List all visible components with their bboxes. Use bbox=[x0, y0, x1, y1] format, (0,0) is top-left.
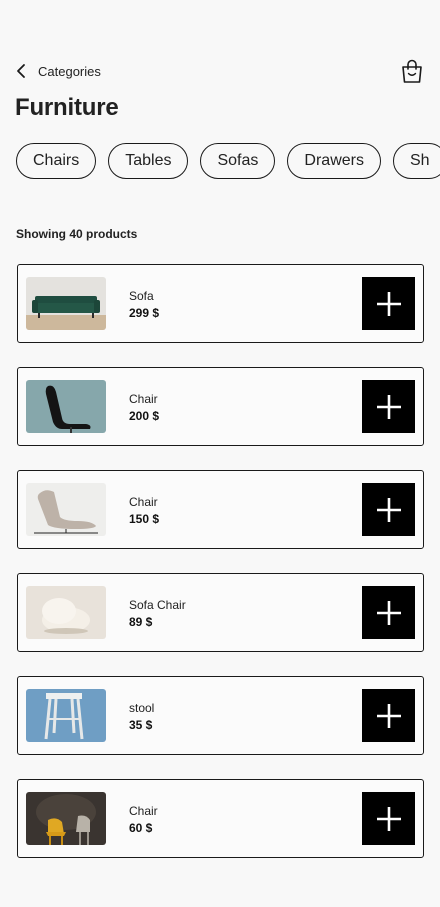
chip-tables[interactable]: Tables bbox=[108, 143, 189, 179]
add-to-cart-button[interactable] bbox=[362, 277, 415, 330]
back-label: Categories bbox=[38, 63, 101, 79]
product-image bbox=[26, 277, 106, 330]
page-title: Furniture bbox=[15, 94, 119, 121]
product-price: 60 $ bbox=[129, 821, 153, 835]
add-to-cart-button[interactable] bbox=[362, 380, 415, 433]
product-card[interactable]: Sofa 299 $ bbox=[17, 264, 424, 343]
top-bar: Categories bbox=[0, 52, 440, 90]
product-card[interactable]: Sofa Chair 89 $ bbox=[17, 573, 424, 652]
product-list-screen: Categories Furniture Chairs Tables Sofas… bbox=[0, 0, 440, 907]
plus-icon bbox=[376, 394, 401, 419]
product-name: Chair bbox=[129, 804, 158, 818]
shopping-bag-icon[interactable] bbox=[400, 58, 424, 84]
product-image bbox=[26, 792, 106, 845]
chip-sofas[interactable]: Sofas bbox=[200, 143, 276, 179]
plus-icon bbox=[376, 806, 401, 831]
product-list: Sofa 299 $ Chair 200 $ Chair 150 $ Sofa … bbox=[17, 264, 424, 882]
chevron-left-icon bbox=[12, 60, 30, 82]
product-card[interactable]: Chair 200 $ bbox=[17, 367, 424, 446]
chip-chairs[interactable]: Chairs bbox=[16, 143, 97, 179]
product-card[interactable]: Chair 60 $ bbox=[17, 779, 424, 858]
products-count: Showing 40 products bbox=[16, 227, 138, 241]
product-card[interactable]: Chair 150 $ bbox=[17, 470, 424, 549]
plus-icon bbox=[376, 703, 401, 728]
chip-partial[interactable]: Sh bbox=[392, 143, 440, 179]
chip-drawers[interactable]: Drawers bbox=[287, 143, 381, 179]
product-name: Sofa bbox=[129, 289, 154, 303]
product-image bbox=[26, 689, 106, 742]
product-price: 299 $ bbox=[129, 306, 160, 320]
product-price: 200 $ bbox=[129, 409, 160, 423]
product-image bbox=[26, 380, 106, 433]
product-name: stool bbox=[129, 701, 155, 715]
product-name: Chair bbox=[129, 392, 158, 406]
plus-icon bbox=[376, 497, 401, 522]
plus-icon bbox=[376, 291, 401, 316]
product-price: 150 $ bbox=[129, 512, 160, 526]
product-card[interactable]: stool 35 $ bbox=[17, 676, 424, 755]
product-image bbox=[26, 483, 106, 536]
add-to-cart-button[interactable] bbox=[362, 689, 415, 742]
add-to-cart-button[interactable] bbox=[362, 792, 415, 845]
back-button[interactable]: Categories bbox=[12, 60, 101, 82]
product-name: Chair bbox=[129, 495, 158, 509]
product-price: 35 $ bbox=[129, 718, 153, 732]
category-chips: Chairs Tables Sofas Drawers Sh bbox=[16, 143, 440, 181]
product-price: 89 $ bbox=[129, 615, 153, 629]
product-image bbox=[26, 586, 106, 639]
add-to-cart-button[interactable] bbox=[362, 586, 415, 639]
plus-icon bbox=[376, 600, 401, 625]
add-to-cart-button[interactable] bbox=[362, 483, 415, 536]
product-name: Sofa Chair bbox=[129, 598, 186, 612]
